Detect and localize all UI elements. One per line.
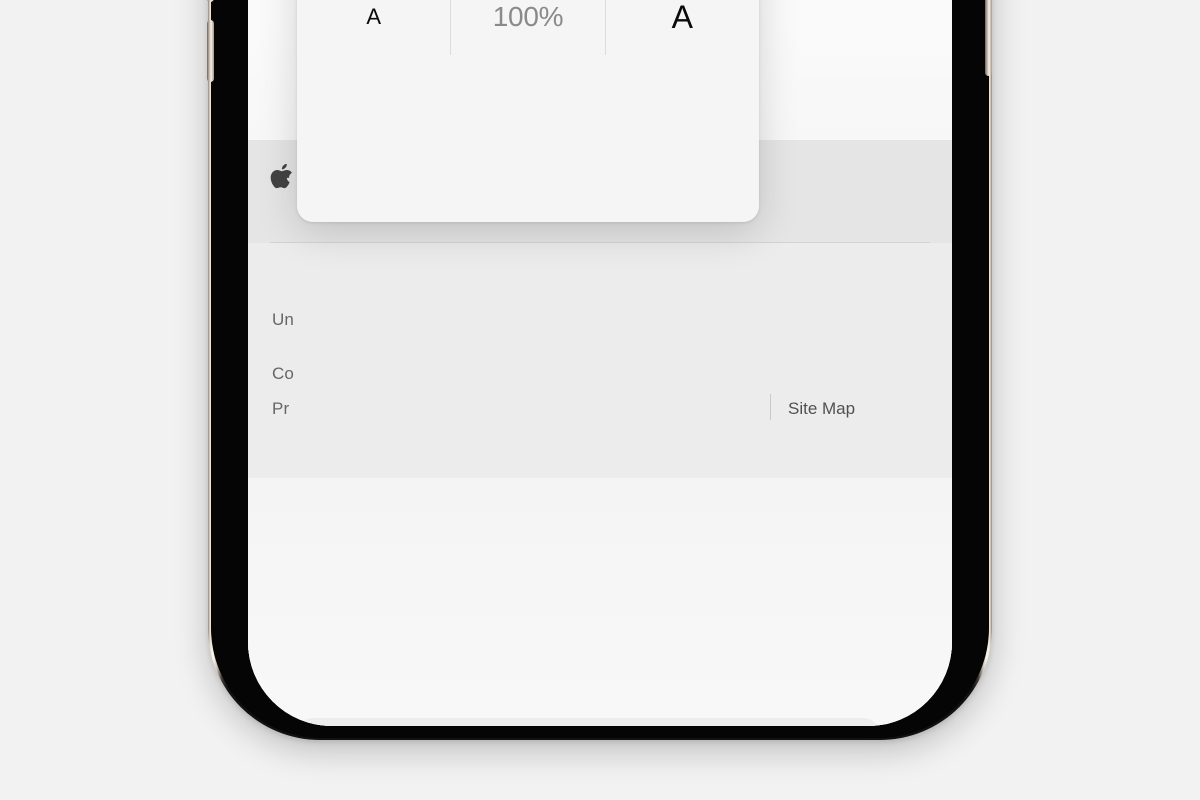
browser-bottom-chrome: AA support.apple.com — [248, 478, 952, 726]
zoom-increase-button[interactable]: A — [604, 0, 759, 55]
safari-page-settings-menu: Show IP Address Request Desktop Website — [297, 0, 759, 222]
zoom-reset-button[interactable]: 100% — [450, 0, 604, 55]
screenshot-stage: › Un Co Pr Site Map Show IP Address — [0, 0, 1200, 800]
zoom-segmented-control: A 100% A — [297, 0, 759, 55]
zoom-value: 100% — [492, 1, 564, 32]
zoom-decrease-label: A — [366, 4, 381, 29]
address-bar[interactable]: AA support.apple.com — [296, 718, 880, 726]
volume-down-button[interactable] — [207, 20, 214, 82]
power-button[interactable] — [985, 0, 992, 76]
zoom-decrease-button[interactable]: A — [297, 0, 450, 55]
phone-screen: › Un Co Pr Site Map Show IP Address — [248, 0, 952, 726]
zoom-increase-label: A — [671, 0, 693, 35]
